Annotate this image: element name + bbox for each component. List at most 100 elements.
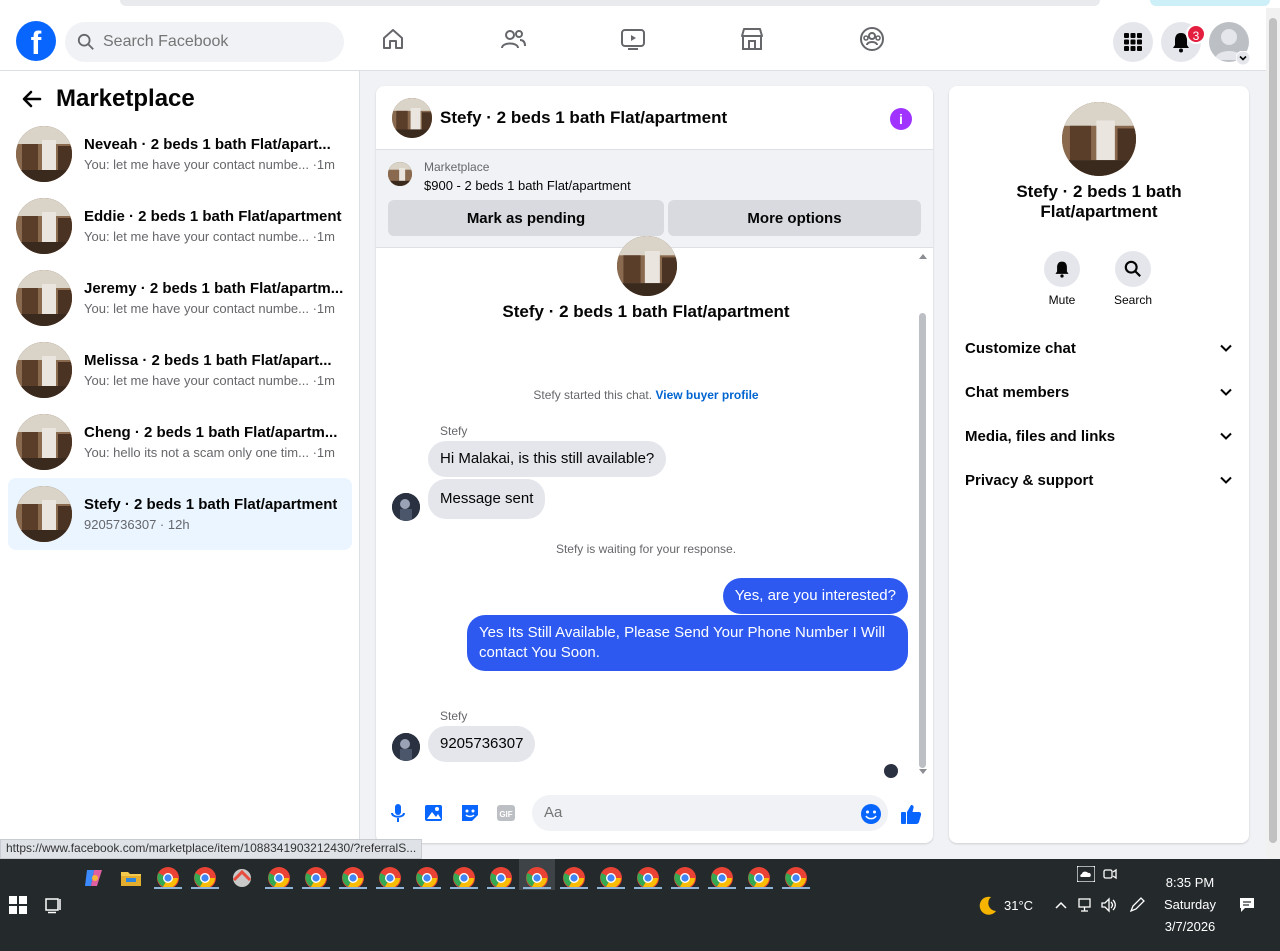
clock-time[interactable]: 8:35 PM	[1160, 875, 1220, 890]
video-icon[interactable]	[620, 26, 646, 52]
conversation-preview: You: let me have your contact numbe... ·…	[84, 157, 335, 172]
facebook-header: f 3	[0, 8, 1266, 71]
chevron-down-icon	[1220, 344, 1232, 352]
outgoing-message[interactable]: Yes Its Still Available, Please Send You…	[467, 615, 908, 671]
active-indicator	[745, 887, 773, 889]
chevron-up-icon[interactable]	[1055, 900, 1067, 910]
message-list: Stefy · 2 beds 1 bath Flat/apartment Ste…	[376, 236, 933, 786]
active-indicator	[708, 887, 736, 889]
chevron-down-icon	[1220, 432, 1232, 440]
sender-avatar[interactable]	[392, 733, 420, 761]
browser-strip	[0, 0, 1280, 8]
chat-title: Stefy · 2 beds 1 bath Flat/apartment	[440, 107, 728, 127]
mute-button[interactable]: Mute	[1032, 251, 1092, 307]
conversation-preview: You: let me have your contact numbe... ·…	[84, 301, 335, 316]
marketplace-icon[interactable]	[739, 26, 765, 52]
chevron-down-icon	[1220, 476, 1232, 484]
more-options-button[interactable]: More options	[668, 200, 921, 236]
onedrive-icon[interactable]	[1077, 866, 1095, 882]
conversation-name: Jeremy · 2 beds 1 bath Flat/apartm...	[84, 280, 344, 297]
friends-icon[interactable]	[500, 26, 526, 52]
task-view-icon[interactable]	[45, 896, 63, 914]
conversation-item[interactable]: Eddie · 2 beds 1 bath Flat/apartment You:…	[8, 190, 352, 262]
back-arrow-icon[interactable]	[20, 87, 44, 111]
groups-icon[interactable]	[859, 26, 885, 52]
conversation-item[interactable]: Jeremy · 2 beds 1 bath Flat/apartm... You…	[8, 262, 352, 334]
message-input[interactable]	[532, 795, 888, 831]
thumbs-up-icon[interactable]	[899, 802, 923, 826]
chat-name-heading: Stefy · 2 beds 1 bath Flat/apartment	[502, 302, 790, 321]
chat-members-row[interactable]: Chat members	[965, 372, 1233, 412]
clock-date[interactable]: 3/7/2026	[1160, 919, 1220, 934]
facebook-logo-icon[interactable]: f	[16, 21, 56, 61]
media-files-links-row[interactable]: Media, files and links	[965, 416, 1233, 456]
screen: f 3 Marketplace	[0, 0, 1280, 951]
conversation-name: Eddie · 2 beds 1 bath Flat/apartment	[84, 208, 342, 225]
moon-weather-icon[interactable]	[975, 894, 999, 918]
link-status-bar: https://www.facebook.com/marketplace/ite…	[0, 839, 423, 859]
message-composer: GIF	[376, 786, 933, 843]
emoji-icon[interactable]	[860, 803, 882, 825]
browser-toolbar-button[interactable]	[1150, 0, 1270, 6]
sender-avatar[interactable]	[392, 493, 420, 521]
home-icon[interactable]	[380, 26, 406, 52]
listing-thumbnail[interactable]	[388, 162, 412, 186]
volume-icon[interactable]	[1100, 897, 1118, 913]
incoming-message[interactable]: Message sent	[428, 479, 546, 519]
conversation-name: Cheng · 2 beds 1 bath Flat/apartm...	[84, 424, 338, 441]
incoming-message[interactable]: 9205736307	[428, 726, 536, 762]
grid-menu-icon	[1124, 33, 1142, 51]
view-buyer-profile-link[interactable]: View buyer profile	[655, 388, 758, 402]
gif-icon[interactable]: GIF	[495, 802, 517, 824]
conversation-item[interactable]: Cheng · 2 beds 1 bath Flat/apartm... You:…	[8, 406, 352, 478]
browser-address-bar[interactable]	[120, 0, 1100, 6]
row-label: Customize chat	[965, 339, 1076, 357]
conversation-item[interactable]: Melissa · 2 beds 1 bath Flat/apart... You…	[8, 334, 352, 406]
privacy-support-row[interactable]: Privacy & support	[965, 460, 1233, 500]
page-scrollbar[interactable]	[1266, 8, 1280, 859]
search-input[interactable]	[103, 33, 323, 51]
mute-label: Mute	[1048, 293, 1076, 307]
sticker-icon[interactable]	[459, 802, 481, 824]
chat-scrollbar[interactable]	[919, 313, 926, 768]
chat-header[interactable]: Stefy · 2 beds 1 bath Flat/apartment	[376, 86, 933, 150]
active-indicator	[265, 887, 293, 889]
scroll-down-icon[interactable]	[918, 768, 928, 776]
active-indicator	[560, 887, 588, 889]
meet-now-icon[interactable]	[1103, 867, 1117, 881]
sender-name: Stefy	[440, 424, 468, 438]
listing-price-title[interactable]: $900 - 2 beds 1 bath Flat/apartment	[424, 178, 631, 193]
mark-as-pending-button[interactable]: Mark as pending	[388, 200, 664, 236]
incoming-message[interactable]: Hi Malakai, is this still available?	[428, 441, 667, 477]
listing-thumbnail	[16, 198, 72, 254]
active-indicator	[671, 887, 699, 889]
windows-start-icon[interactable]	[9, 896, 27, 914]
started-chat-text: Stefy started this chat.	[533, 388, 653, 402]
page-scrollbar-thumb[interactable]	[1269, 18, 1277, 843]
file-explorer-icon[interactable]	[119, 866, 143, 890]
weather-temp[interactable]: 31°C	[1004, 898, 1033, 913]
photo-icon[interactable]	[423, 802, 445, 824]
scroll-up-icon[interactable]	[918, 252, 928, 260]
listing-thumbnail	[16, 126, 72, 182]
search-in-chat-button[interactable]: Search	[1103, 251, 1163, 307]
clock-day[interactable]: Saturday	[1160, 897, 1220, 912]
chevron-down-icon[interactable]	[1236, 51, 1250, 65]
notification-center-icon[interactable]	[1238, 896, 1256, 914]
copilot-icon[interactable]	[82, 866, 106, 890]
app-icon[interactable]	[230, 866, 254, 890]
active-indicator	[597, 887, 625, 889]
pen-icon[interactable]	[1128, 896, 1146, 914]
network-icon[interactable]	[1078, 897, 1094, 913]
info-icon[interactable]: i	[890, 108, 912, 130]
outgoing-message[interactable]: Yes, are you interested?	[722, 578, 908, 614]
search-box[interactable]	[65, 22, 344, 62]
customize-chat-row[interactable]: Customize chat	[965, 328, 1233, 368]
menu-button[interactable]	[1113, 22, 1153, 62]
marketplace-label: Marketplace	[424, 160, 490, 174]
seen-receipt-avatar	[884, 764, 898, 778]
conversation-item[interactable]: Neveah · 2 beds 1 bath Flat/apart... You:…	[8, 118, 352, 190]
details-title: Stefy · 2 beds 1 bath Flat/apartment	[1016, 182, 1182, 221]
microphone-icon[interactable]	[387, 802, 409, 824]
conversation-item-active[interactable]: Stefy · 2 beds 1 bath Flat/apartment 9205…	[8, 478, 352, 550]
